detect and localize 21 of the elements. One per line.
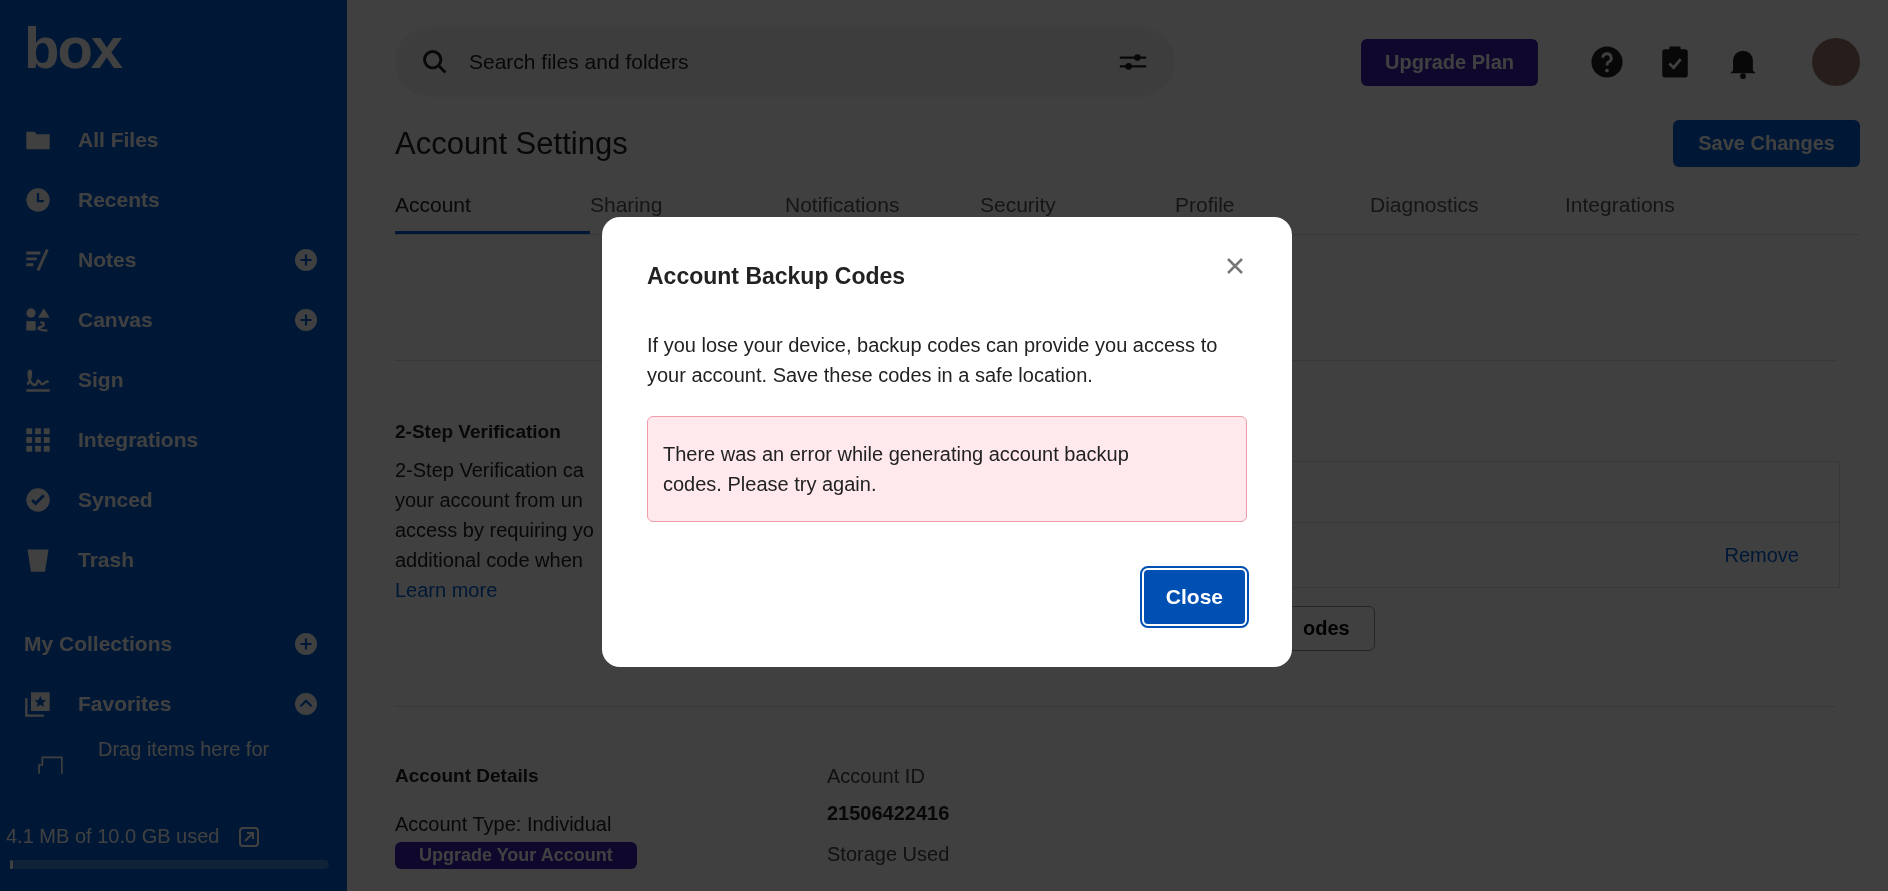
close-button[interactable]: Close bbox=[1141, 568, 1247, 626]
storage-usage: 4.1 MB of 10.0 GB used bbox=[6, 825, 220, 848]
description-text: 2-Step Verification ca bbox=[395, 458, 584, 483]
description-text: additional code when bbox=[395, 548, 583, 573]
error-message: There was an error while generating account backup codes. Please try again. bbox=[647, 416, 1247, 522]
collections-heading: My Collections bbox=[24, 632, 173, 656]
account-type: Account Type: Individual bbox=[395, 813, 613, 836]
dialog-title: Account Backup Codes bbox=[647, 263, 906, 290]
section-heading: Account Details bbox=[395, 765, 540, 787]
section-heading: 2-Step Verification bbox=[395, 421, 562, 443]
learn-more-link[interactable]: Learn more bbox=[395, 579, 498, 601]
sidebar-item[interactable]: Sign bbox=[78, 368, 124, 392]
description-text: access by requiring yo bbox=[395, 518, 594, 543]
dialog-text: If you lose your device, backup codes can provide you access to your account. Save these codes in a safe location. bbox=[647, 333, 1219, 388]
close-icon[interactable] bbox=[1225, 255, 1245, 276]
page-title: Account Settings bbox=[395, 125, 628, 162]
sidebar-item[interactable]: Synced bbox=[78, 488, 153, 512]
sidebar-item[interactable]: Integrations bbox=[78, 428, 199, 452]
account-id-value: 21506422416 bbox=[827, 802, 950, 825]
favorites-hint: Drag items here for bbox=[98, 738, 270, 761]
description-text: your account from un bbox=[395, 488, 583, 513]
